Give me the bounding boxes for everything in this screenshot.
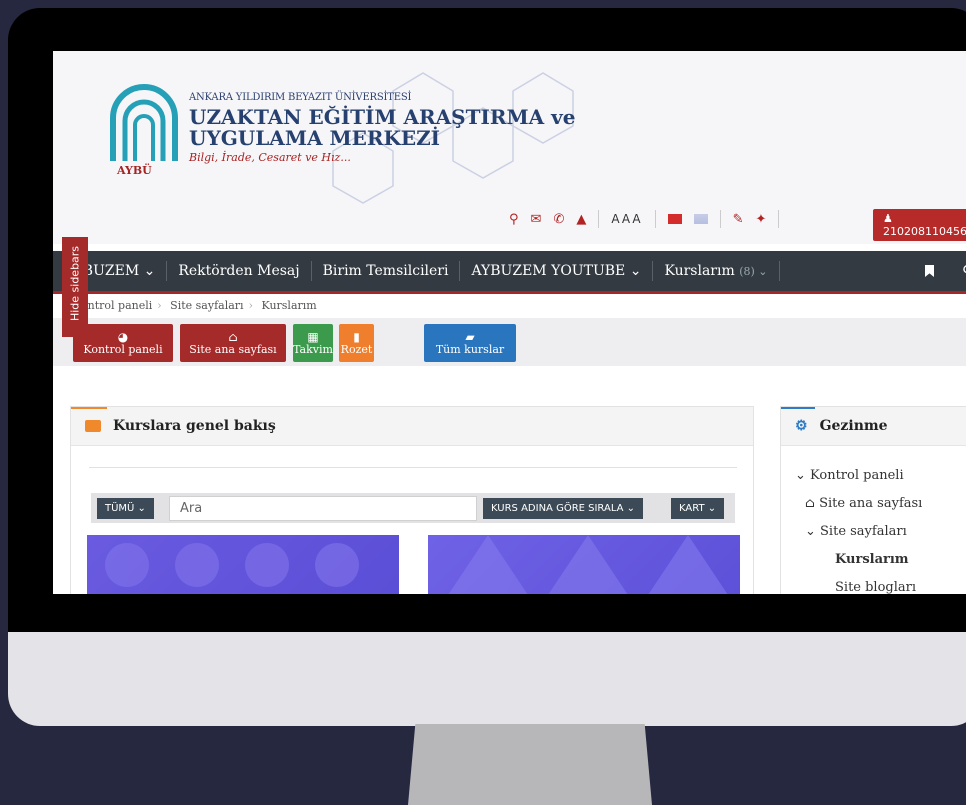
block-title: Gezinme (819, 418, 888, 434)
center-title-line2: UYGULAMA MERKEZİ (189, 126, 441, 150)
nav-kurslarim-label: Kurslarım (664, 263, 735, 279)
nav-aybuzem-youtube[interactable]: AYBUZEM YOUTUBE ⌄ (460, 263, 652, 279)
tree-item[interactable]: ⌂ Site ana sayfası (795, 490, 966, 518)
main-navbar: AYBUZEM ⌄ Rektörden Mesaj Birim Temsilci… (53, 251, 966, 294)
quick-takvim[interactable]: ▦ Takvim (293, 324, 333, 362)
navigation-block: ⚙ Gezinme ⌄ Kontrol paneli ⌂ Site ana say… (781, 407, 966, 594)
nav-tree: ⌄ Kontrol paneli ⌂ Site ana sayfası ⌄ Si… (781, 446, 966, 594)
phone-icon[interactable]: ✆ (553, 212, 564, 227)
turkish-flag-icon[interactable] (667, 214, 682, 224)
hide-sidebars-tab[interactable]: Hide sidebars (62, 237, 88, 337)
course-card[interactable] (428, 535, 740, 594)
site-header: AYBÜ ANKARA YILDIRIM BEYAZIT ÜNİVERSİTES… (53, 51, 966, 244)
font-size-control[interactable]: AAA (611, 212, 642, 226)
quick-tum-kurslar[interactable]: ▰ Tüm kurslar (424, 324, 516, 362)
quick-kontrol-paneli[interactable]: ◕ Kontrol paneli (73, 324, 173, 362)
block-title: Kurslara genel bakış (113, 418, 276, 434)
breadcrumb-item[interactable]: Kurslarım (261, 299, 316, 312)
divider (598, 210, 600, 228)
tree-item[interactable]: ⌄ Kontrol paneli (795, 462, 966, 490)
tree-item[interactable]: ⌄ Site sayfaları (795, 518, 966, 546)
mail-icon[interactable]: ✉ (531, 212, 542, 227)
user-icon: ♟ (883, 212, 893, 225)
bookmark-icon: ▮ (353, 329, 360, 344)
nav-right: ⚲ (925, 251, 966, 291)
english-flag-icon[interactable] (693, 214, 708, 224)
logo-text: AYBÜ (117, 164, 152, 177)
book-icon (85, 420, 101, 432)
course-card[interactable] (87, 535, 399, 594)
calendar-icon: ▦ (307, 329, 319, 344)
accent-line (71, 407, 107, 409)
tree-item[interactable]: Site blogları (795, 574, 966, 594)
divider (778, 210, 780, 228)
browser-screen: AYBÜ ANKARA YILDIRIM BEYAZIT ÜNİVERSİTES… (53, 51, 966, 594)
hide-sidebars-label: Hide sidebars (68, 245, 82, 322)
search-icon[interactable]: ⚲ (962, 262, 966, 280)
nav-kurslarim[interactable]: Kurslarım (8) ⌄ (653, 263, 778, 279)
university-name: ANKARA YILDIRIM BEYAZIT ÜNİVERSİTESİ (189, 92, 412, 103)
monitor-stand (408, 724, 652, 805)
home-icon: ⌂ (228, 329, 238, 344)
dashboard-icon: ◕ (117, 329, 129, 344)
breadcrumb: ontrol paneli › Site sayfaları › Kurslarım (81, 299, 317, 312)
block-header: Kurslara genel bakış (71, 407, 753, 446)
home-icon: ⌂ (805, 496, 820, 511)
center-title-line1: UZAKTAN EĞİTİM ARAŞTIRMA ve (189, 105, 576, 129)
location-icon[interactable]: ⚲ (509, 212, 519, 227)
breadcrumb-item[interactable]: Site sayfaları (170, 299, 243, 312)
divider (654, 210, 656, 228)
sitemap-icon: ⚙ (795, 418, 808, 434)
course-overview-block: Kurslara genel bakış TÜMÜ ⌄ Ara KURS ADI… (71, 407, 753, 594)
monitor-chin (8, 632, 966, 726)
nav-rektorden-mesaj[interactable]: Rektörden Mesaj (167, 263, 310, 279)
bookmark-icon[interactable] (925, 265, 934, 277)
graduation-cap-icon[interactable]: ▲ (576, 212, 586, 227)
user-id: 210208110456 (883, 225, 966, 238)
search-input[interactable]: Ara (169, 496, 477, 521)
view-dropdown[interactable]: KART ⌄ (671, 498, 725, 519)
monitor-frame: AYBÜ ANKARA YILDIRIM BEYAZIT ÜNİVERSİTES… (8, 8, 966, 726)
center-title: UZAKTAN EĞİTİM ARAŞTIRMA ve UYGULAMA MER… (189, 107, 575, 149)
chat-icon[interactable]: ✦ (756, 212, 767, 227)
utility-bar: ⚲ ✉ ✆ ▲ AAA ✎ ✦ (509, 208, 780, 230)
course-toolbar: TÜMÜ ⌄ Ara KURS ADINA GÖRE SIRALA ⌄ KART… (91, 493, 735, 523)
book-icon: ▰ (465, 329, 475, 344)
divider (778, 261, 780, 281)
course-count: (8) ⌄ (739, 265, 768, 278)
block-header: ⚙ Gezinme (781, 407, 966, 446)
motto: Bilgi, İrade, Cesaret ve Hız... (189, 151, 351, 164)
quick-rozet[interactable]: ▮ Rozet (339, 324, 374, 362)
quick-site-ana-sayfasi[interactable]: ⌂ Site ana sayfası (180, 324, 286, 362)
card-pattern (448, 535, 728, 594)
sort-dropdown[interactable]: KURS ADINA GÖRE SIRALA ⌄ (483, 498, 644, 519)
announcements-icon[interactable]: ✎ (733, 212, 744, 227)
card-pattern (105, 543, 359, 587)
divider (89, 467, 737, 468)
tree-item-active[interactable]: Kurslarım (795, 546, 966, 574)
user-menu[interactable]: ♟ 210208110456 (873, 209, 966, 241)
nav-birim-temsilcileri[interactable]: Birim Temsilcileri (312, 263, 460, 279)
filter-dropdown[interactable]: TÜMÜ ⌄ (97, 498, 154, 519)
quick-links-bar: ◕ Kontrol paneli ⌂ Site ana sayfası ▦ Takvi… (53, 318, 966, 366)
accent-line (781, 407, 815, 409)
divider (719, 210, 721, 228)
breadcrumb-item[interactable]: ontrol paneli (81, 299, 152, 312)
